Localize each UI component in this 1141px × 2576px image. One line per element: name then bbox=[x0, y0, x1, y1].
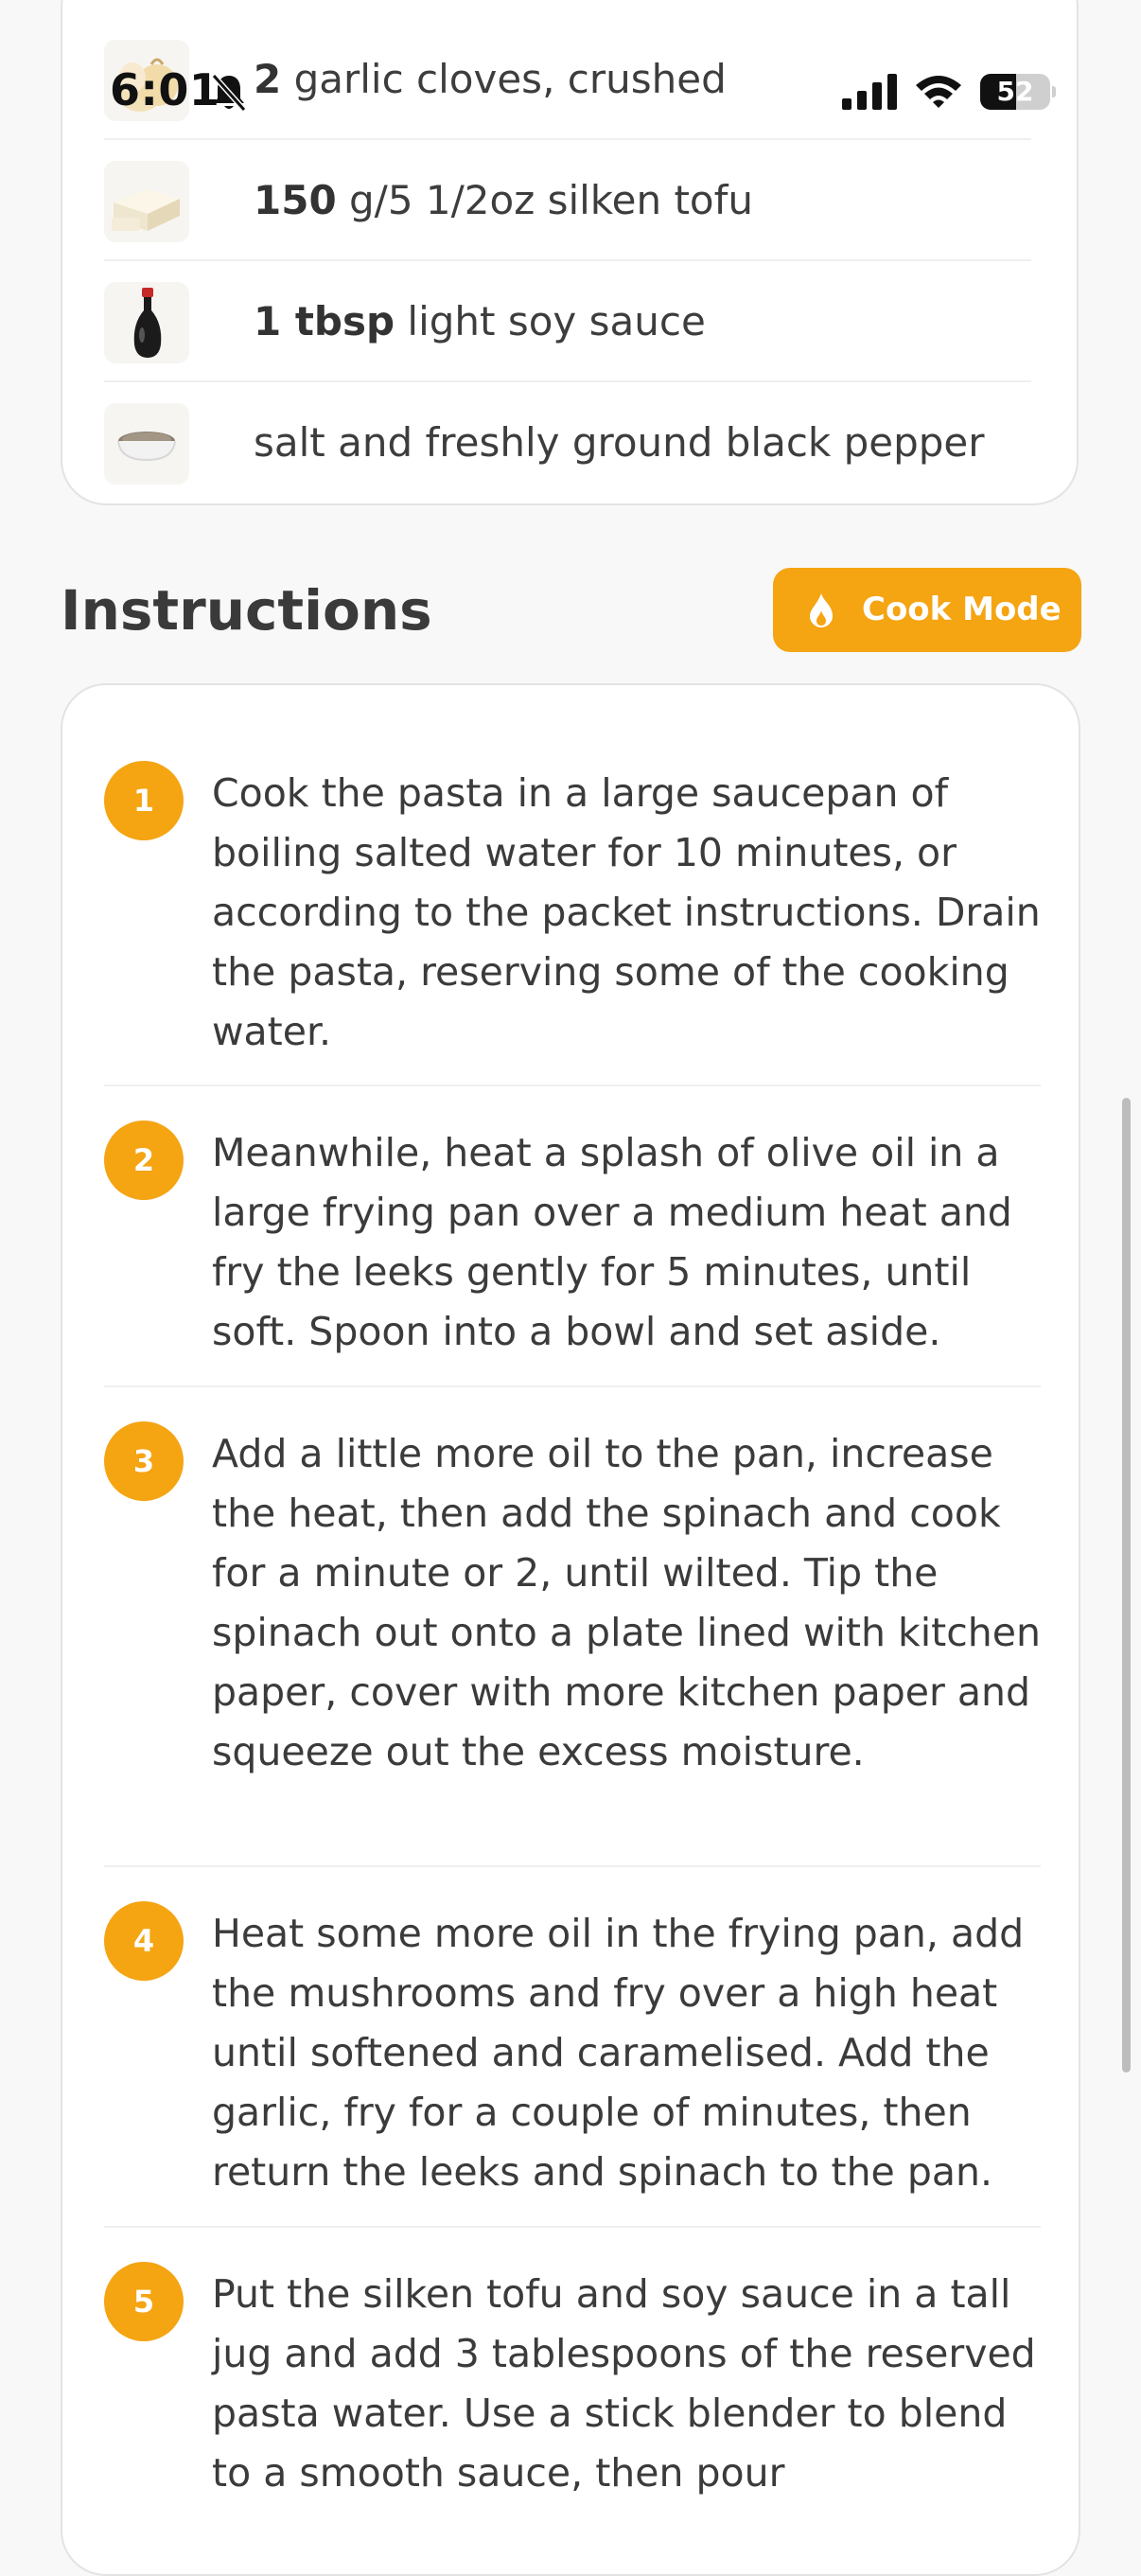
signal-icon bbox=[842, 74, 897, 110]
cook-mode-button[interactable]: Cook Mode bbox=[773, 568, 1081, 652]
cook-mode-label: Cook Mode bbox=[862, 591, 1062, 628]
instructions-card: 1 Cook the pasta in a large saucepan of … bbox=[61, 683, 1080, 2576]
step-text: Meanwhile, heat a splash of olive oil in… bbox=[212, 1130, 1012, 1354]
instruction-step: 3 Add a little more oil to the pan, incr… bbox=[104, 1387, 1041, 1867]
ingredient-text: 150 g/5 1/2oz silken tofu bbox=[254, 177, 754, 223]
instruction-step: 2 Meanwhile, heat a splash of olive oil … bbox=[104, 1086, 1041, 1387]
instruction-step: 1 Cook the pasta in a large saucepan of … bbox=[104, 685, 1041, 1086]
status-bar: 6:01 52 bbox=[0, 0, 1141, 115]
bell-slash-icon bbox=[211, 74, 247, 112]
instructions-title: Instructions bbox=[61, 578, 432, 643]
ingredient-text: 1 tbsp light soy sauce bbox=[254, 298, 706, 344]
step-text: Heat some more oil in the frying pan, ad… bbox=[212, 1911, 1025, 2195]
step-text: Cook the pasta in a large saucepan of bo… bbox=[212, 770, 1041, 1054]
flame-icon bbox=[810, 593, 833, 627]
step-number-badge: 4 bbox=[104, 1901, 184, 1981]
scrollbar[interactable] bbox=[1122, 1098, 1131, 2073]
status-time: 6:01 bbox=[110, 64, 220, 115]
step-number-badge: 1 bbox=[104, 761, 184, 840]
step-number-badge: 2 bbox=[104, 1120, 184, 1200]
battery-icon: 52 bbox=[980, 74, 1056, 110]
instruction-step: 5 Put the silken tofu and soy sauce in a… bbox=[104, 2228, 1041, 2574]
wifi-icon bbox=[916, 76, 961, 108]
ingredient-text: salt and freshly ground black pepper bbox=[254, 419, 985, 466]
instruction-step: 4 Heat some more oil in the frying pan, … bbox=[104, 1867, 1041, 2228]
battery-nub bbox=[1052, 86, 1056, 97]
ingredient-row: 150 g/5 1/2oz silken tofu bbox=[104, 140, 1031, 261]
tofu-icon bbox=[104, 161, 189, 242]
step-text: Put the silken tofu and soy sauce in a t… bbox=[212, 2271, 1036, 2496]
battery-level: 52 bbox=[996, 76, 1034, 107]
step-text: Add a little more oil to the pan, increa… bbox=[212, 1431, 1041, 1774]
step-number-badge: 5 bbox=[104, 2262, 184, 2341]
ingredient-row: salt and freshly ground black pepper bbox=[104, 382, 1031, 503]
ingredient-row: 1 tbsp light soy sauce bbox=[104, 261, 1031, 382]
step-number-badge: 3 bbox=[104, 1421, 184, 1501]
pepper-bowl-icon bbox=[104, 403, 189, 485]
battery-body: 52 bbox=[980, 74, 1050, 110]
soy-sauce-icon bbox=[104, 282, 189, 363]
